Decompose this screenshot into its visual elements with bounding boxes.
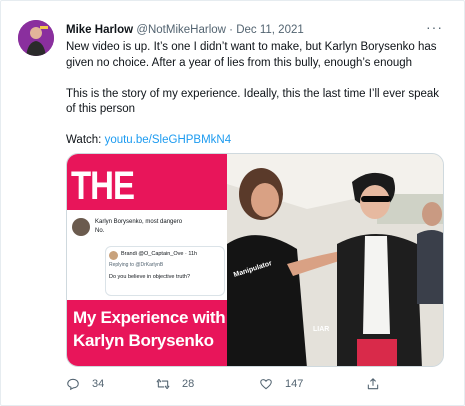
author-handle[interactable]: @NotMikeHarlow — [136, 24, 226, 36]
tweet-card[interactable]: Mike Harlow @NotMikeHarlow · Dec 11, 202… — [0, 0, 465, 406]
video-thumbnail[interactable]: THE TRUTH Karlyn Borysenko, most dangero… — [66, 153, 444, 367]
quoted-reply-to: Replying to @DrKarlynB — [109, 262, 164, 268]
retweet-icon — [156, 377, 170, 391]
thumbnail-subtitle: My Experience with Karlyn Borysenko — [73, 308, 226, 350]
like-button[interactable]: 147 — [259, 376, 303, 392]
tweet-watch-line: Watch: youtu.be/SleGHPBMkN4 — [66, 133, 448, 149]
tweet-paragraph-2: This is the story of my experience. Idea… — [66, 87, 440, 116]
embedded-author: Karlyn Borysenko, most dangero — [95, 219, 183, 225]
embedded-text: No. — [95, 228, 105, 234]
quoted-author: Brandi @O_Captain_Ove · 11h — [121, 251, 198, 257]
more-icon[interactable]: ··· — [426, 19, 443, 35]
tweet-text: New video is up. It’s one I didn’t want … — [66, 40, 448, 164]
video-link[interactable]: youtu.be/SleGHPBMkN4 — [105, 134, 232, 146]
tweet-date[interactable]: Dec 11, 2021 — [236, 24, 304, 36]
retweet-button[interactable]: 28 — [156, 376, 194, 392]
retweet-count: 28 — [182, 378, 195, 390]
reply-icon — [66, 377, 80, 391]
heart-icon — [259, 377, 273, 391]
reply-button[interactable]: 34 — [66, 376, 104, 392]
share-button[interactable] — [366, 376, 380, 392]
embedded-avatar — [72, 218, 90, 236]
embedded-tweet-card: Karlyn Borysenko, most dangero No. Brand… — [67, 210, 227, 300]
author-name[interactable]: Mike Harlow — [66, 24, 133, 36]
shirt-text-2: LIAR — [313, 326, 330, 333]
watch-label: Watch: — [66, 134, 102, 146]
tweet-header: Mike Harlow @NotMikeHarlow · Dec 11, 202… — [66, 19, 451, 38]
share-icon — [366, 377, 380, 391]
quoted-tweet: Brandi @O_Captain_Ove · 11h Replying to … — [105, 246, 225, 296]
tweet-actions: 34 28 147 — [61, 376, 441, 392]
thumbnail-title-panel: THE TRUTH Karlyn Borysenko, most dangero… — [67, 154, 227, 366]
author-avatar[interactable] — [18, 20, 54, 56]
like-count: 147 — [285, 378, 304, 390]
tweet-paragraph-1: New video is up. It’s one I didn’t want … — [66, 41, 437, 69]
thumbnail-photo: Manipulator LIAR — [227, 154, 443, 366]
header-separator: · — [229, 24, 233, 36]
quoted-avatar — [109, 251, 118, 260]
quoted-text: Do you believe in objective truth? — [109, 274, 191, 280]
reply-count: 34 — [92, 378, 105, 390]
